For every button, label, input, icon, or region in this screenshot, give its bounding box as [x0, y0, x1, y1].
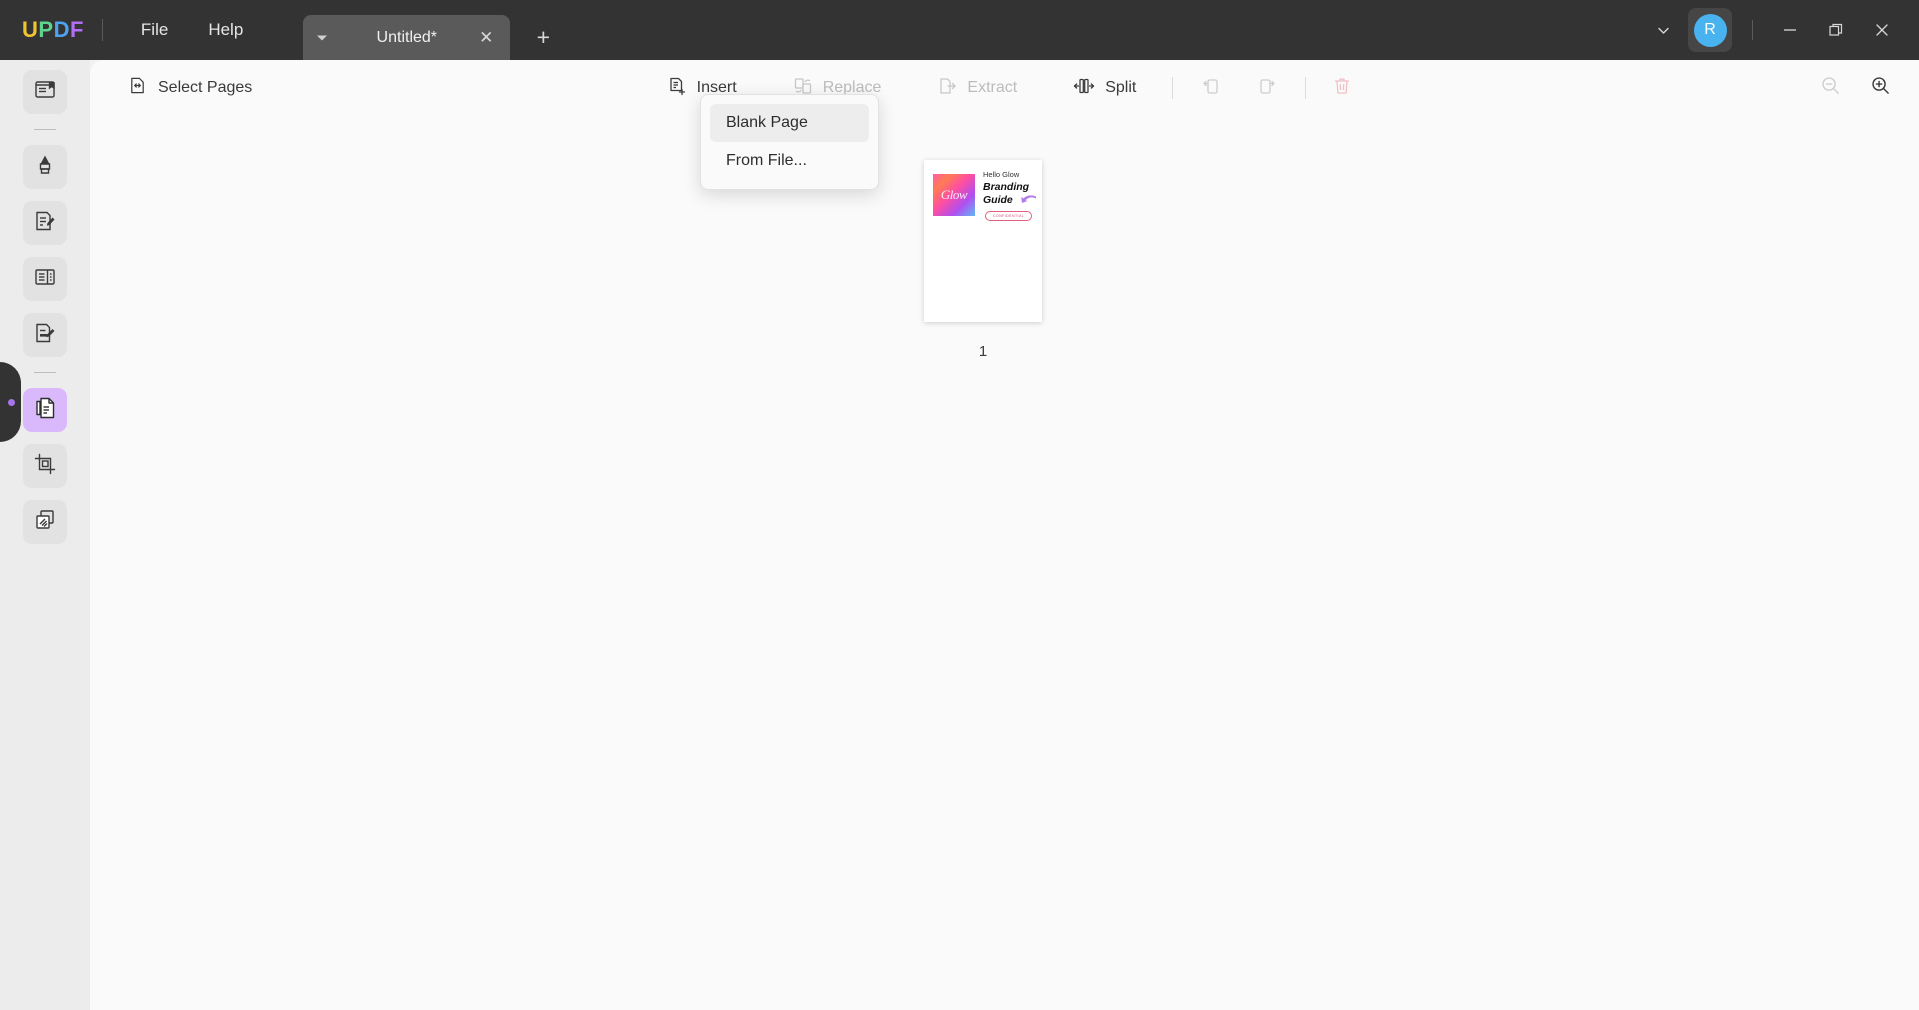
- highlighter-pen-icon: [33, 153, 57, 182]
- page-layout-icon: [33, 265, 57, 294]
- avatar-button[interactable]: R: [1688, 8, 1732, 52]
- book-reader-icon: [33, 78, 57, 107]
- main-pane: Select Pages Insert Replace Extract Spli…: [90, 60, 1919, 1010]
- menu-item-from-file[interactable]: From File...: [710, 142, 869, 180]
- extract-button: Extract: [921, 69, 1033, 108]
- zoom-out-button[interactable]: [1813, 71, 1847, 105]
- rotate-left-button: [1189, 69, 1231, 108]
- document-tab[interactable]: Untitled* ✕: [303, 15, 511, 60]
- logo-letter-u: U: [22, 17, 39, 42]
- edit-document-icon: [33, 209, 57, 238]
- title-bar: U P D F File Help Untitled* ✕ + R: [0, 0, 1919, 60]
- sidebar-item-organize-pages[interactable]: [23, 388, 67, 432]
- zoom-out-icon: [1820, 75, 1841, 101]
- thumbnail-title-line2: Guide: [983, 194, 1013, 206]
- toolbar-divider-2: [1305, 77, 1307, 99]
- tab-dropdown-caret-icon[interactable]: [317, 35, 328, 40]
- new-tab-button[interactable]: +: [526, 15, 560, 60]
- window-controls-divider: [1752, 20, 1753, 40]
- rotate-left-icon: [1199, 76, 1221, 101]
- delete-page-button: [1322, 69, 1362, 108]
- split-button-label: Split: [1105, 79, 1137, 96]
- zoom-controls: [1813, 71, 1897, 105]
- extract-page-icon: [937, 76, 957, 101]
- sidebar-item-reader[interactable]: [23, 70, 67, 114]
- purple-arrow-icon: [1020, 194, 1037, 212]
- logo-letter-f: F: [69, 17, 84, 42]
- sidebar-separator-2: [34, 372, 56, 373]
- menu-file[interactable]: File: [121, 14, 188, 46]
- tab-strip: Untitled* ✕ +: [303, 0, 560, 60]
- window-maximize-button[interactable]: [1813, 7, 1859, 53]
- brand-logo-text: Glow: [940, 187, 968, 202]
- menu-item-blank-page[interactable]: Blank Page: [710, 104, 869, 142]
- thumbnail-heading: Hello Glow: [983, 170, 1020, 179]
- confidential-badge: CONFIDENTIAL: [985, 211, 1033, 221]
- split-page-icon: [1073, 76, 1095, 101]
- trash-icon: [1332, 76, 1352, 101]
- batch-pages-icon: [33, 508, 57, 537]
- sidebar-item-page-layout[interactable]: [23, 257, 67, 301]
- titlebar-right-controls: R: [1644, 0, 1919, 60]
- sidebar-item-batch[interactable]: [23, 500, 67, 544]
- window-minimize-button[interactable]: [1767, 7, 1813, 53]
- sidebar-handle-dot-icon: [8, 398, 15, 406]
- organize-pages-icon: [33, 396, 57, 425]
- sidebar-separator-1: [34, 129, 56, 130]
- menu-help[interactable]: Help: [188, 14, 263, 46]
- insert-dropdown-menu: Blank Page From File...: [700, 94, 879, 190]
- titlebar-divider: [101, 19, 103, 41]
- sidebar-icon-list: [0, 60, 90, 550]
- thumbnail-title-line1: Branding: [983, 181, 1030, 193]
- crop-icon: [33, 452, 57, 481]
- fill-and-sign-icon: [33, 321, 57, 350]
- tab-close-icon[interactable]: ✕: [476, 28, 496, 48]
- zoom-in-button[interactable]: [1863, 71, 1897, 105]
- logo-letter-p: P: [38, 17, 54, 42]
- brand-logo-tile: Glow: [933, 174, 975, 216]
- sidebar-item-crop[interactable]: [23, 444, 67, 488]
- account-chevron-down-icon[interactable]: [1644, 11, 1682, 49]
- rotate-right-icon: [1257, 76, 1279, 101]
- extract-button-label: Extract: [967, 79, 1018, 96]
- page-thumbnail-item[interactable]: Glow Hello Glow Branding Guide CONFIDENT…: [924, 160, 1042, 360]
- insert-page-icon: [667, 76, 687, 101]
- zoom-in-icon: [1870, 75, 1891, 101]
- sidebar-item-markup[interactable]: [23, 145, 67, 189]
- updf-logo[interactable]: U P D F: [22, 17, 84, 43]
- avatar: R: [1693, 13, 1727, 47]
- page-number-label: 1: [978, 343, 988, 360]
- toolbar-divider-1: [1172, 77, 1174, 99]
- window-close-button[interactable]: [1859, 7, 1905, 53]
- page-thumbnail[interactable]: Glow Hello Glow Branding Guide CONFIDENT…: [924, 160, 1042, 322]
- left-sidebar: [0, 60, 90, 1010]
- page-canvas: Glow Hello Glow Branding Guide CONFIDENT…: [90, 116, 1919, 1010]
- sidebar-collapse-handle[interactable]: [0, 362, 21, 442]
- page-toolbar: Select Pages Insert Replace Extract Spli…: [90, 60, 1919, 116]
- sidebar-item-edit-pdf[interactable]: [23, 201, 67, 245]
- page-tools-group: Insert Replace Extract Split: [90, 69, 1919, 108]
- logo-letter-d: D: [53, 17, 70, 42]
- sidebar-item-fill-sign[interactable]: [23, 313, 67, 357]
- split-button[interactable]: Split: [1057, 69, 1152, 108]
- rotate-right-button: [1247, 69, 1289, 108]
